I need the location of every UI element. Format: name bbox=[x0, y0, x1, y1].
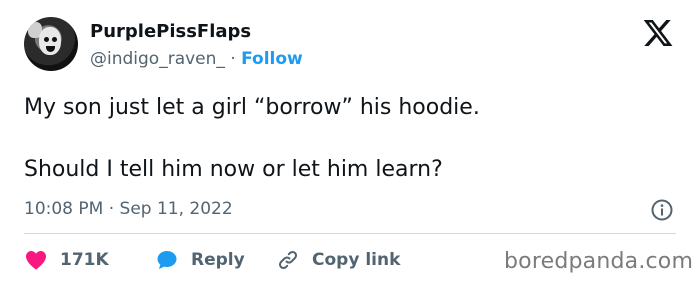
reply-label: Reply bbox=[191, 250, 245, 270]
tweet-card: PurplePissFlaps @indigo_raven_ · Follow … bbox=[0, 0, 700, 287]
info-icon[interactable] bbox=[650, 198, 674, 222]
speech-bubble-icon bbox=[157, 251, 177, 269]
divider bbox=[24, 233, 676, 234]
avatar[interactable] bbox=[24, 17, 78, 71]
display-name[interactable]: PurplePissFlaps bbox=[90, 21, 251, 42]
follow-button[interactable]: Follow bbox=[241, 49, 303, 69]
separator: · bbox=[230, 49, 236, 69]
reply-button[interactable]: Reply bbox=[155, 248, 276, 272]
tweet-text-line-1: My son just let a girl “borrow” his hood… bbox=[24, 95, 480, 120]
copy-link-label: Copy link bbox=[312, 250, 401, 270]
user-handle[interactable]: @indigo_raven_ bbox=[90, 49, 225, 69]
timestamp[interactable]: 10:08 PM · Sep 11, 2022 bbox=[24, 199, 233, 219]
watermark: boredpanda.com bbox=[504, 249, 694, 274]
heart-icon bbox=[26, 251, 46, 270]
tweet-text-line-2: Should I tell him now or let him learn? bbox=[24, 157, 443, 182]
handle-line: @indigo_raven_ · Follow bbox=[90, 49, 303, 69]
copy-link-button[interactable]: Copy link bbox=[276, 248, 400, 272]
x-logo-icon[interactable] bbox=[642, 17, 674, 49]
like-count: 171K bbox=[60, 250, 109, 270]
action-bar: 171K Reply Copy link bbox=[24, 246, 400, 274]
like-button[interactable]: 171K bbox=[24, 248, 155, 272]
link-icon bbox=[278, 250, 298, 270]
